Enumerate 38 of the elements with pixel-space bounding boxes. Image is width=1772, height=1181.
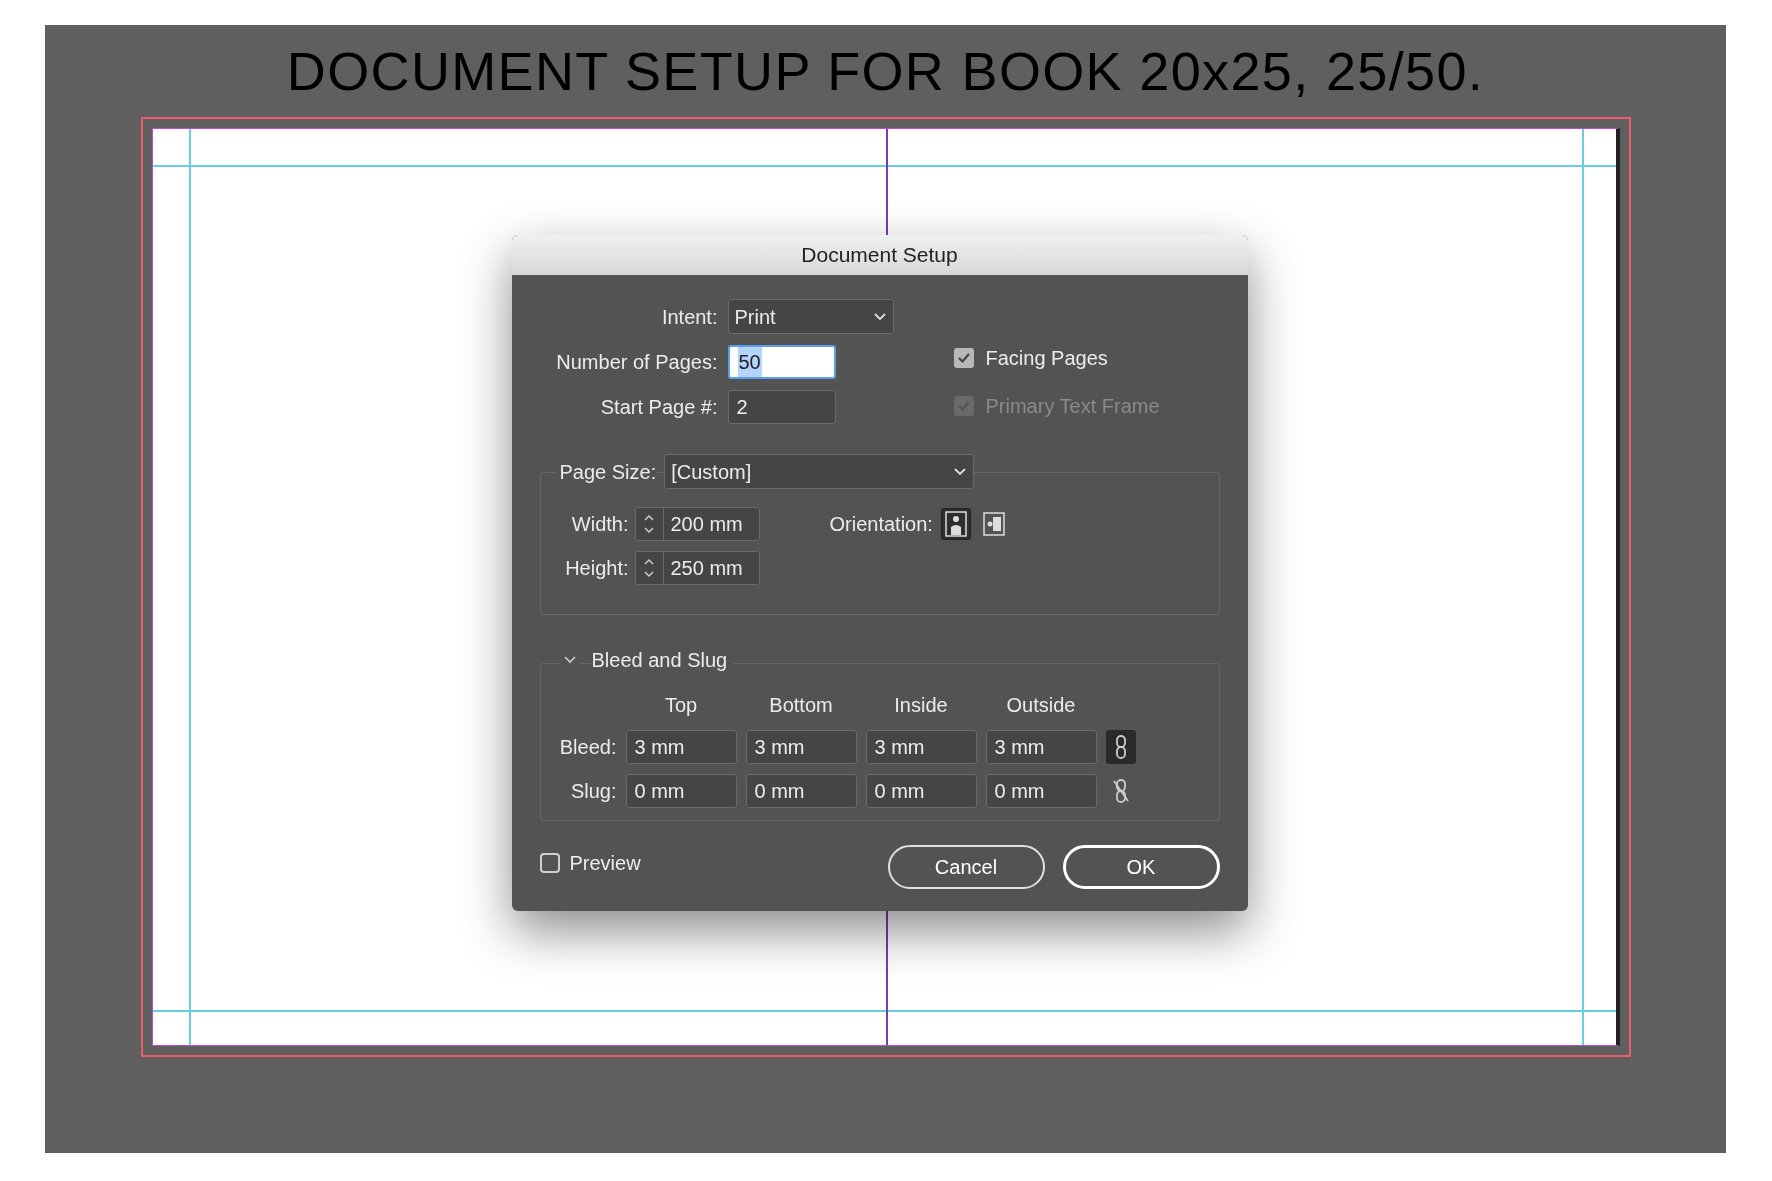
field-label: Intent: [660,304,718,330]
intent-dropdown[interactable]: Print [727,299,894,334]
field-label: Number of Pages: [555,350,718,375]
bleed-value-field[interactable]: 0 mm [865,774,977,808]
start-page-field[interactable]: 2 [727,390,836,424]
column-header: Top [663,693,699,718]
field-label: Bleed: [558,735,617,760]
dialog-title: Document Setup [511,235,1248,275]
chain-link-icon[interactable] [1105,730,1136,764]
bleed-value-field[interactable]: 3 mm [625,730,737,764]
checkbox-label: Preview [569,851,641,876]
bleed-value-field[interactable]: 0 mm [625,774,737,808]
dimension-field[interactable]: 200 mm [634,507,760,541]
field-label: Orientation: [829,512,933,537]
pages-count-field[interactable]: 50 [727,345,836,379]
caret-icon [953,467,968,476]
checkbox-label: Facing Pages [985,346,1108,371]
ok-button[interactable]: OK [1062,845,1220,889]
bleed-value-field[interactable]: 0 mm [985,774,1097,808]
column-header: Inside [893,693,949,718]
checkbox[interactable] [953,348,974,368]
bleed-value-field[interactable]: 3 mm [745,730,857,764]
bleed-value-field[interactable]: 0 mm [745,774,857,808]
field-label: Height: [564,556,629,581]
preview-checkbox[interactable] [539,853,560,873]
cancel-button[interactable]: Cancel [887,845,1045,889]
field-label: Slug: [569,779,617,804]
column-header: Outside [1005,693,1077,718]
caret-icon [872,312,887,321]
bleed-value-field[interactable]: 3 mm [985,730,1097,764]
column-header: Bottom [768,693,834,718]
dimension-field[interactable]: 250 mm [634,551,760,585]
page-size-dropdown[interactable]: [Custom] [664,454,975,489]
field-label: Start Page #: [599,395,718,420]
page-heading: DOCUMENT SETUP FOR BOOK 20x25, 25/50. [286,39,1485,103]
bleed-value-field[interactable]: 3 mm [865,730,977,764]
field-label: Width: [570,512,629,537]
portrait-orientation-icon[interactable] [940,508,971,540]
